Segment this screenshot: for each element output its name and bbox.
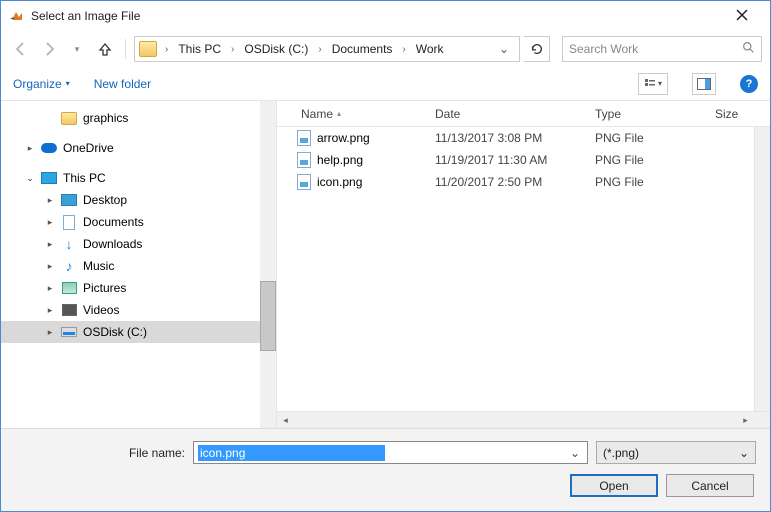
list-h-scrollbar[interactable]: ◂ ▸ [277, 411, 770, 428]
tree-item-graphics[interactable]: graphics [1, 107, 276, 129]
view-mode-button[interactable]: ▾ [638, 73, 668, 95]
organize-menu[interactable]: Organize ▾ [13, 77, 70, 91]
footer: File name: icon.png ⌄ (*.png) ⌄ Open Can… [1, 428, 770, 511]
up-button[interactable] [93, 37, 117, 61]
chevron-right-icon[interactable]: › [396, 44, 411, 55]
column-date[interactable]: Date [427, 101, 587, 126]
column-size[interactable]: Size [707, 101, 754, 126]
scroll-left-icon[interactable]: ◂ [277, 412, 294, 429]
help-button[interactable]: ? [740, 75, 758, 93]
chevron-right-icon[interactable]: › [159, 44, 174, 55]
file-row[interactable]: help.png 11/19/2017 11:30 AM PNG File [277, 149, 754, 171]
file-rows: arrow.png 11/13/2017 3:08 PM PNG File he… [277, 127, 770, 411]
sidebar-scrollbar-thumb[interactable] [260, 281, 276, 351]
back-button[interactable] [9, 37, 33, 61]
open-button[interactable]: Open [570, 474, 658, 497]
search-placeholder: Search Work [569, 42, 742, 56]
separator [125, 39, 126, 59]
folder-icon [139, 41, 157, 57]
breadcrumb-seg[interactable]: Documents [328, 40, 397, 58]
toolbar: Organize ▾ New folder ▾ ? [1, 67, 770, 101]
pc-icon [41, 172, 57, 184]
tree-item-desktop[interactable]: ▸ Desktop [1, 189, 276, 211]
cancel-button[interactable]: Cancel [666, 474, 754, 497]
downloads-icon [61, 236, 77, 252]
disk-icon [61, 327, 77, 337]
png-file-icon [297, 152, 311, 168]
tree-item-pictures[interactable]: ▸ Pictures [1, 277, 276, 299]
videos-icon [62, 304, 77, 316]
tree-item-documents[interactable]: ▸ Documents [1, 211, 276, 233]
tree-item-thispc[interactable]: ⌄ This PC [1, 167, 276, 189]
breadcrumb-seg[interactable]: Work [412, 40, 448, 58]
title-bar: Select an Image File [1, 1, 770, 31]
tree-item-osdisk[interactable]: ▸ OSDisk (C:) [1, 321, 276, 343]
sidebar: graphics ▸ OneDrive ⌄ This PC ▸ Desktop … [1, 101, 276, 428]
breadcrumb[interactable]: › This PC › OSDisk (C:) › Documents › Wo… [134, 36, 520, 62]
column-type[interactable]: Type [587, 101, 707, 126]
matlab-icon [9, 8, 25, 24]
new-folder-button[interactable]: New folder [94, 77, 151, 91]
column-name[interactable]: Name ▴ [277, 101, 427, 126]
scroll-right-icon[interactable]: ▸ [737, 412, 754, 429]
png-file-icon [297, 174, 311, 190]
tree-item-onedrive[interactable]: ▸ OneDrive [1, 137, 276, 159]
preview-pane-button[interactable] [692, 73, 716, 95]
main-area: graphics ▸ OneDrive ⌄ This PC ▸ Desktop … [1, 101, 770, 428]
chevron-down-icon: ⌄ [739, 446, 749, 460]
png-file-icon [297, 130, 311, 146]
file-row[interactable]: icon.png 11/20/2017 2:50 PM PNG File [277, 171, 754, 193]
filename-label: File name: [15, 446, 185, 460]
column-headers: Name ▴ Date Type Size [277, 101, 770, 127]
chevron-right-icon[interactable]: › [225, 44, 240, 55]
search-icon [742, 41, 755, 57]
documents-icon [63, 215, 75, 230]
pictures-icon [62, 282, 77, 294]
sidebar-scrollbar[interactable] [260, 101, 276, 428]
tree-item-videos[interactable]: ▸ Videos [1, 299, 276, 321]
window-title: Select an Image File [31, 9, 722, 23]
forward-button[interactable] [37, 37, 61, 61]
breadcrumb-seg[interactable]: This PC [174, 40, 225, 58]
file-type-filter[interactable]: (*.png) ⌄ [596, 441, 756, 464]
music-icon [61, 258, 77, 274]
breadcrumb-seg[interactable]: OSDisk (C:) [240, 40, 312, 58]
tree-item-music[interactable]: ▸ Music [1, 255, 276, 277]
desktop-icon [61, 194, 77, 206]
chevron-down-icon: ▾ [66, 79, 70, 88]
file-list-pane: Name ▴ Date Type Size arrow.png 11/13/20… [277, 101, 770, 428]
onedrive-icon [41, 140, 57, 156]
chevron-right-icon[interactable]: › [312, 44, 327, 55]
filename-history-dropdown[interactable]: ⌄ [567, 446, 583, 460]
file-row[interactable]: arrow.png 11/13/2017 3:08 PM PNG File [277, 127, 754, 149]
filename-input[interactable]: icon.png ⌄ [193, 441, 588, 464]
tree-item-downloads[interactable]: ▸ Downloads [1, 233, 276, 255]
list-v-scrollbar[interactable] [754, 127, 770, 411]
refresh-button[interactable] [524, 36, 550, 62]
recent-dropdown[interactable]: ▾ [65, 37, 89, 61]
search-input[interactable]: Search Work [562, 36, 762, 62]
filename-value[interactable]: icon.png [198, 445, 385, 461]
sort-asc-icon: ▴ [337, 109, 341, 118]
nav-bar: ▾ › This PC › OSDisk (C:) › Documents › … [1, 31, 770, 67]
breadcrumb-dropdown[interactable]: ⌄ [493, 42, 515, 56]
close-button[interactable] [722, 8, 762, 24]
